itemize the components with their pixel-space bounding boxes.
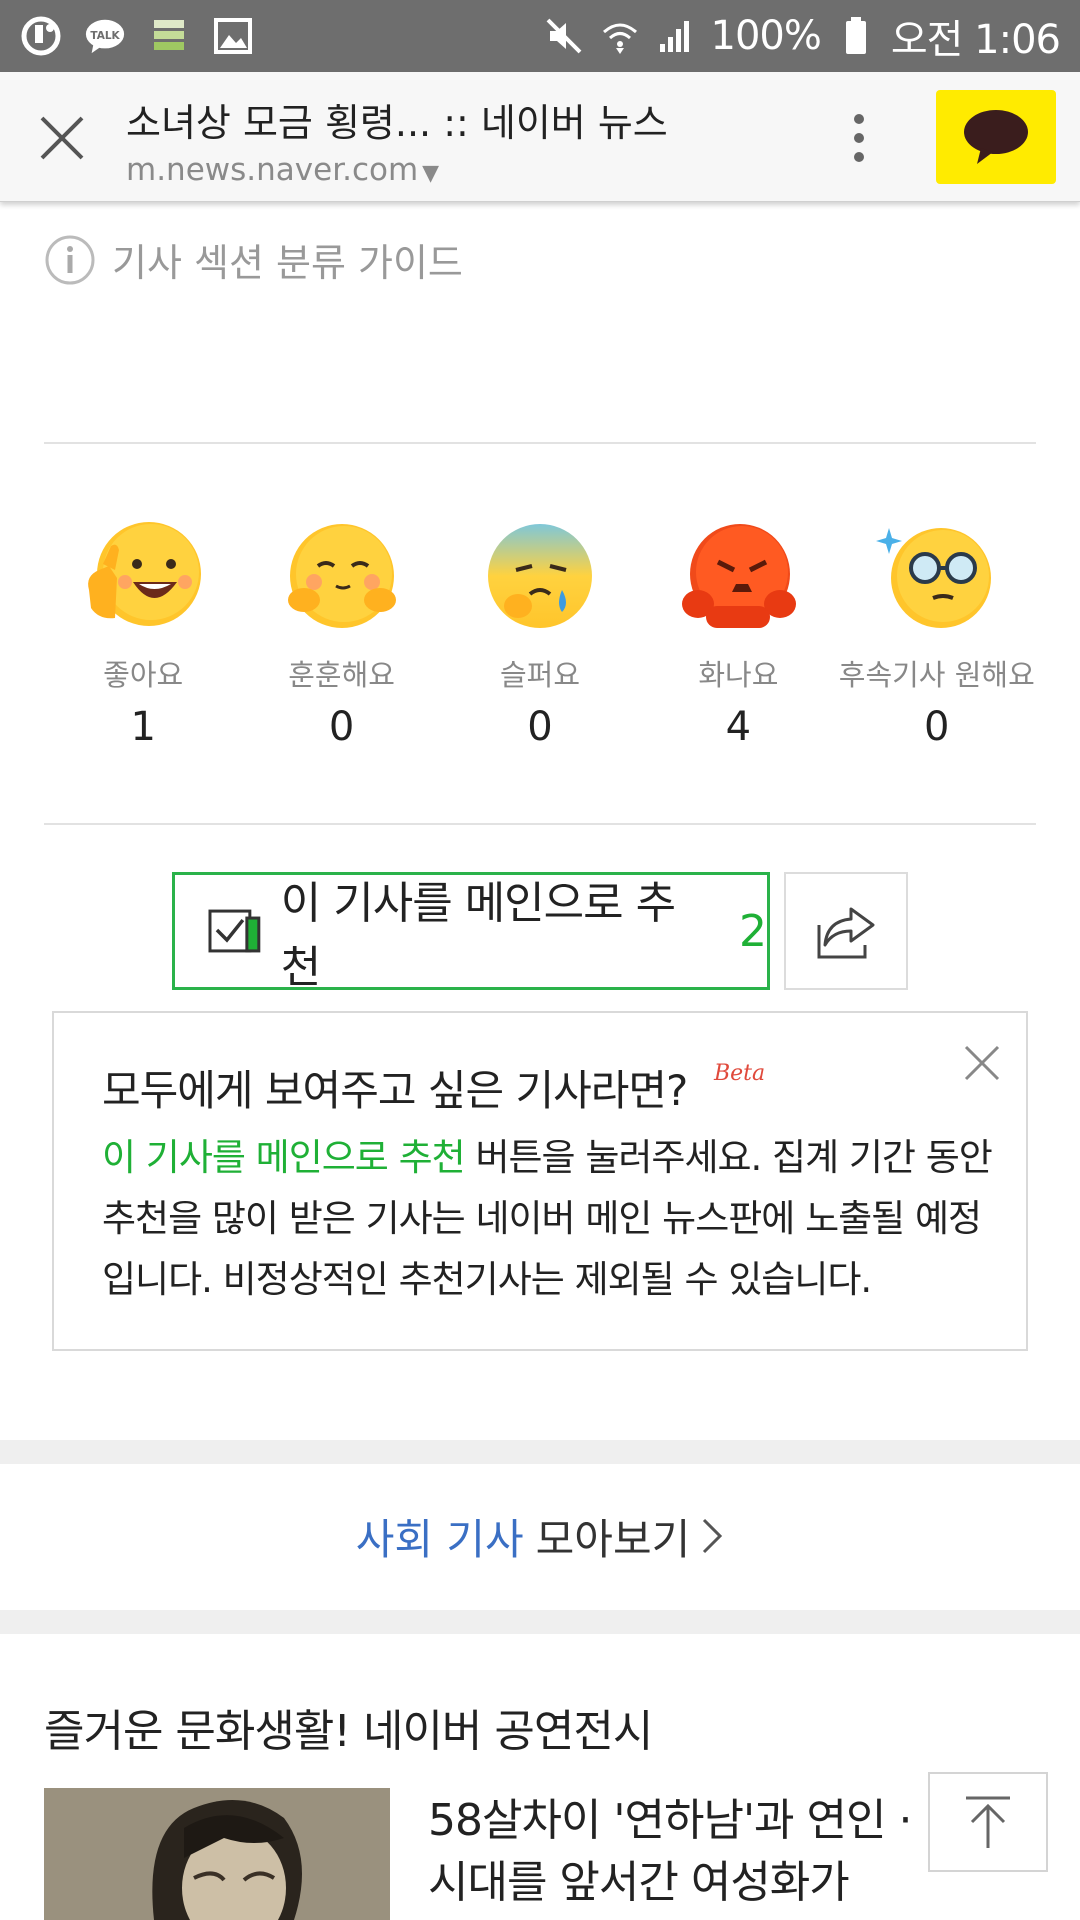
chevron-right-icon xyxy=(703,1518,723,1554)
battery-percent: 100% xyxy=(710,13,822,59)
reaction-count: 0 xyxy=(328,704,355,750)
reaction-want-follow-up[interactable]: 후속기사 원해요 0 xyxy=(838,520,1036,750)
recommend-to-main-button[interactable]: 이 기사를 메인으로 추천 2 xyxy=(172,872,770,993)
wifi-icon xyxy=(599,15,641,57)
status-bar-left-icons: TALK xyxy=(20,15,254,57)
reaction-count: 1 xyxy=(130,704,156,750)
reaction-label: 슬퍼요 xyxy=(499,658,580,692)
thumbs-up-emoji-icon xyxy=(88,522,202,626)
section-separator xyxy=(0,1610,1080,1634)
beta-badge: Beta xyxy=(714,1061,766,1086)
section-guide-label: 기사 섹션 분류 가이드 xyxy=(112,241,463,285)
in-app-browser-header: 소녀상 모금 횡령... :: 네이버 뉴스 m.news.naver.com ▼ xyxy=(0,72,1080,202)
storage-icon xyxy=(148,15,190,57)
caret-down-icon: ▼ xyxy=(422,161,440,186)
status-bar: TALK 100% 오전 1:06 xyxy=(0,0,1080,72)
reaction-bar: 좋아요 1 훈훈해요 0 슬퍼요 0 화나요 4 후속기사 원해요 0 xyxy=(44,520,1036,750)
svg-text:TALK: TALK xyxy=(90,30,120,42)
close-browser-button[interactable] xyxy=(32,108,92,168)
status-bar-right: 100% 오전 1:06 xyxy=(543,7,1061,65)
reaction-count: 0 xyxy=(924,704,950,750)
info-icon xyxy=(45,235,95,284)
divider xyxy=(44,442,1036,444)
reaction-label: 좋아요 xyxy=(103,658,184,692)
kakaotalk-share-button[interactable] xyxy=(936,90,1056,184)
reaction-angry[interactable]: 화나요 4 xyxy=(639,520,837,750)
speech-bubble-icon xyxy=(964,110,1028,164)
glasses-emoji-icon xyxy=(875,528,991,628)
recommend-info-box: 모두에게 보여주고 싶은 기사라면? Beta 이 기사를 메인으로 추천 버튼… xyxy=(52,1011,1028,1351)
reaction-like[interactable]: 좋아요 1 xyxy=(44,520,242,750)
info-box-title: 모두에게 보여주고 싶은 기사라면? xyxy=(102,1066,688,1115)
warm-emoji-icon xyxy=(287,524,396,628)
close-info-box-button[interactable] xyxy=(962,1043,1002,1083)
scroll-to-top-button[interactable] xyxy=(928,1772,1048,1872)
recommend-label: 이 기사를 메인으로 추천 xyxy=(280,878,676,993)
url-text: m.news.naver.com xyxy=(126,152,419,188)
battery-icon xyxy=(835,15,877,57)
page-title: 소녀상 모금 횡령... :: 네이버 뉴스 xyxy=(126,101,668,145)
reaction-sad[interactable]: 슬퍼요 0 xyxy=(441,520,639,750)
culture-section-heading: 즐거운 문화생활! 네이버 공연전시 xyxy=(44,1706,653,1757)
divider xyxy=(44,823,1036,825)
kakaotalk-icon: TALK xyxy=(84,15,126,57)
share-button[interactable] xyxy=(784,872,908,990)
more-options-button[interactable] xyxy=(852,112,866,164)
section-guide-link[interactable]: 기사 섹션 분류 가이드 xyxy=(44,232,463,287)
info-box-highlight: 이 기사를 메인으로 추천 xyxy=(102,1136,466,1179)
culture-article-title[interactable]: 58살차이 '연하남'과 연인 · 시대를 앞서간 여성화가 xyxy=(428,1790,948,1914)
info-box-body: 이 기사를 메인으로 추천 버튼을 눌러주세요. 집계 기간 동안 추천을 많이… xyxy=(102,1127,993,1310)
reaction-label: 후속기사 원해요 xyxy=(838,658,1035,692)
angry-emoji-icon xyxy=(682,524,797,628)
section-separator xyxy=(0,1440,1080,1464)
collect-label: 모아보기 xyxy=(535,1514,691,1564)
reaction-count: 4 xyxy=(725,704,752,750)
recommend-count: 2 xyxy=(739,905,767,957)
collect-society-articles-link[interactable]: 사회 기사 모아보기 xyxy=(0,1462,1080,1610)
checkbox-battery-icon xyxy=(208,909,261,953)
sad-emoji-icon xyxy=(487,524,592,628)
gallery-icon xyxy=(212,15,254,57)
share-icon xyxy=(817,907,875,959)
signal-icon xyxy=(655,15,697,57)
reaction-label: 화나요 xyxy=(698,658,779,692)
article-thumbnail[interactable] xyxy=(44,1788,390,1920)
vertical-dots-icon xyxy=(854,114,864,162)
reaction-count: 0 xyxy=(527,704,553,750)
section-name: 사회 기사 xyxy=(355,1514,524,1564)
reaction-warm[interactable]: 훈훈해요 0 xyxy=(242,520,440,750)
url-dropdown[interactable]: m.news.naver.com ▼ xyxy=(126,152,439,188)
uplus-icon xyxy=(20,15,62,57)
page: TALK 100% 오전 1:06 소녀상 모금 횡령...:: 네이버 뉴스… xyxy=(0,0,1080,1920)
close-icon xyxy=(40,116,84,160)
arrow-up-icon xyxy=(966,1796,1010,1848)
reaction-label: 훈훈해요 xyxy=(288,658,395,692)
close-icon xyxy=(964,1045,1000,1081)
status-time: 오전 1:06 xyxy=(890,17,1061,63)
mute-icon xyxy=(543,15,585,57)
